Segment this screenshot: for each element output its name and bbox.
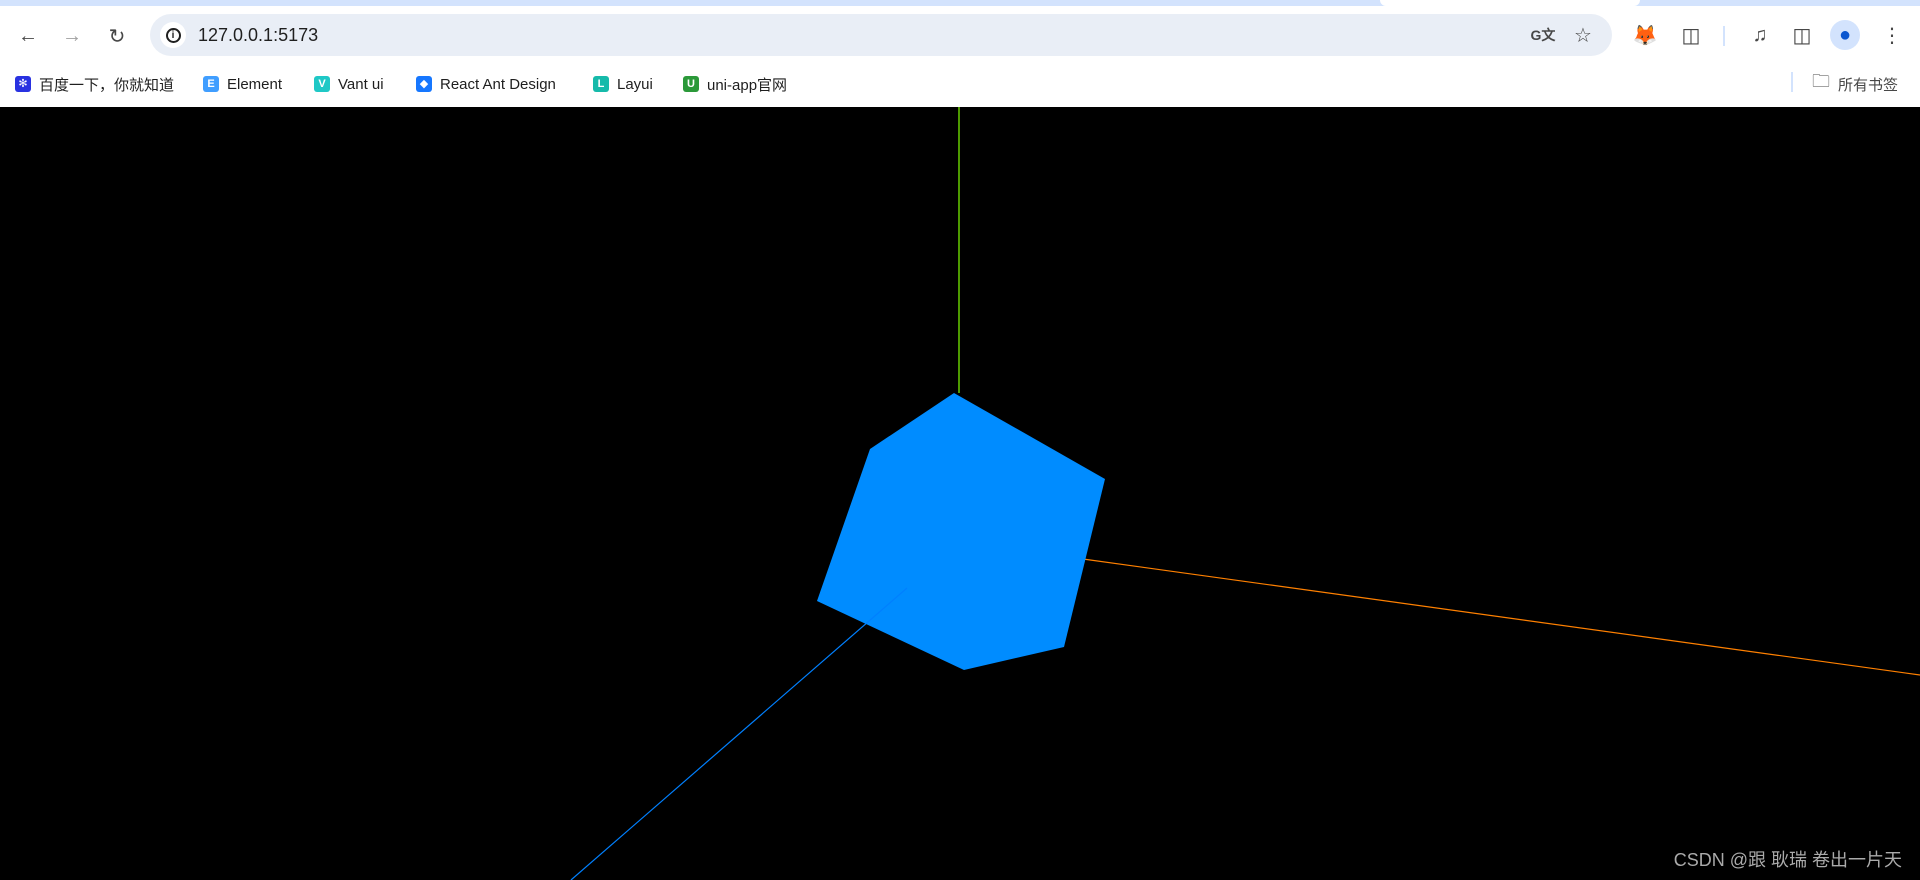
extensions-puzzle-icon[interactable]: ◫ <box>1676 20 1706 50</box>
address-bar[interactable]: i 127.0.0.1:5173 G文 ☆ <box>150 14 1612 56</box>
uni-app-icon: U <box>683 76 699 92</box>
ant-design-icon: ◆ <box>416 76 432 92</box>
element-icon: E <box>203 76 219 92</box>
bookmark-element[interactable]: E Element <box>203 72 282 96</box>
bookmarks-divider <box>1791 72 1793 92</box>
browser-toolbar: ← → ↻ i 127.0.0.1:5173 G文 ☆ 🦊 ◫ ♫ ◫ ● ⋮ <box>0 6 1920 62</box>
bookmark-star-icon[interactable]: ☆ <box>1570 22 1596 48</box>
side-panel-icon[interactable]: ◫ <box>1787 20 1817 50</box>
site-info-icon[interactable]: i <box>160 22 186 48</box>
profile-avatar-icon[interactable]: ● <box>1830 20 1860 50</box>
vant-icon: V <box>314 76 330 92</box>
bookmark-baidu[interactable]: ✻ 百度一下，你就知道 <box>15 72 174 96</box>
menu-kebab-icon[interactable]: ⋮ <box>1877 20 1907 50</box>
bookmark-uni-app[interactable]: Uuni-app官网 <box>683 72 787 96</box>
url-text[interactable]: 127.0.0.1:5173 <box>198 25 318 46</box>
bookmark-vant[interactable]: V Vant ui <box>314 72 384 96</box>
bookmark-ant-design[interactable]: ◆ React Ant Design <box>416 72 556 96</box>
baidu-paw-icon: ✻ <box>15 76 31 92</box>
forward-button[interactable]: → <box>56 20 88 52</box>
z-axis-line <box>570 587 908 880</box>
folder-icon: 🗀 <box>1812 71 1830 91</box>
back-button[interactable]: ← <box>12 20 44 52</box>
bookmarks-bar: ✻ 百度一下，你就知道 E Element V Vant ui ◆ React Ant … <box>0 62 1920 107</box>
x-axis-line <box>1082 558 1920 676</box>
reload-button[interactable]: ↻ <box>101 20 133 52</box>
bookmark-layui[interactable]: L Layui <box>593 72 653 96</box>
toolbar-divider <box>1723 26 1725 46</box>
webgl-canvas[interactable] <box>0 107 1920 880</box>
layui-icon: L <box>593 76 609 92</box>
browser-chrome: ← → ↻ i 127.0.0.1:5173 G文 ☆ 🦊 ◫ ♫ ◫ ● ⋮ … <box>0 0 1920 107</box>
reading-list-icon[interactable]: ♫ <box>1745 20 1775 50</box>
all-bookmarks-button[interactable]: 🗀 所有书签 <box>1812 71 1898 96</box>
watermark: CSDN @跟 耿瑞 卷出一片天 <box>1673 850 1902 870</box>
metamask-extension-icon[interactable]: 🦊 <box>1630 20 1660 50</box>
translate-icon[interactable]: G文 <box>1530 22 1556 48</box>
